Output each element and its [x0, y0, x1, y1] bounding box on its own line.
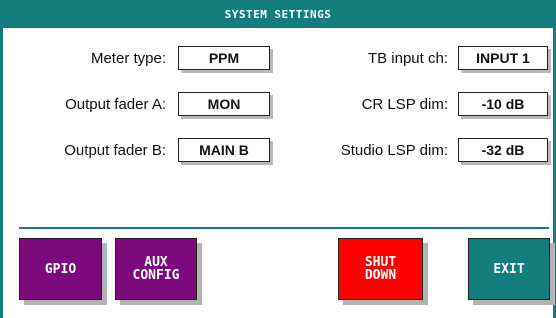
tb-input-ch-label: TB input ch: [367, 49, 448, 67]
exit-button[interactable]: EXIT [468, 238, 550, 300]
gpio-button[interactable]: GPIO [19, 238, 102, 300]
output-fader-b-label: Output fader B: [64, 141, 166, 159]
studio-lsp-dim-field[interactable]: -32 dB [458, 138, 548, 162]
aux-config-button[interactable]: AUX CONFIG [115, 238, 197, 300]
cr-lsp-dim-label: CR LSP dim: [361, 95, 448, 113]
exit-button-label: EXIT [493, 261, 525, 277]
gpio-button-label: GPIO [44, 261, 77, 277]
meter-type-label: Meter type: [90, 49, 166, 67]
meter-type-field[interactable]: PPM [178, 46, 270, 70]
page-title: SYSTEM SETTINGS [224, 7, 332, 21]
shut-down-line2: DOWN [364, 268, 397, 283]
divider [19, 227, 549, 229]
shut-down-button[interactable]: SHUT DOWN [338, 238, 423, 300]
studio-lsp-dim-label: Studio LSP dim: [340, 141, 448, 159]
output-fader-b-field[interactable]: MAIN B [178, 138, 270, 162]
cr-lsp-dim-field[interactable]: -10 dB [458, 92, 548, 116]
title-bar: SYSTEM SETTINGS [0, 0, 556, 28]
tb-input-ch-field[interactable]: INPUT 1 [458, 46, 548, 70]
output-fader-a-label: Output fader A: [65, 95, 166, 113]
aux-config-line2: CONFIG [132, 268, 180, 283]
output-fader-a-field[interactable]: MON [178, 92, 270, 116]
